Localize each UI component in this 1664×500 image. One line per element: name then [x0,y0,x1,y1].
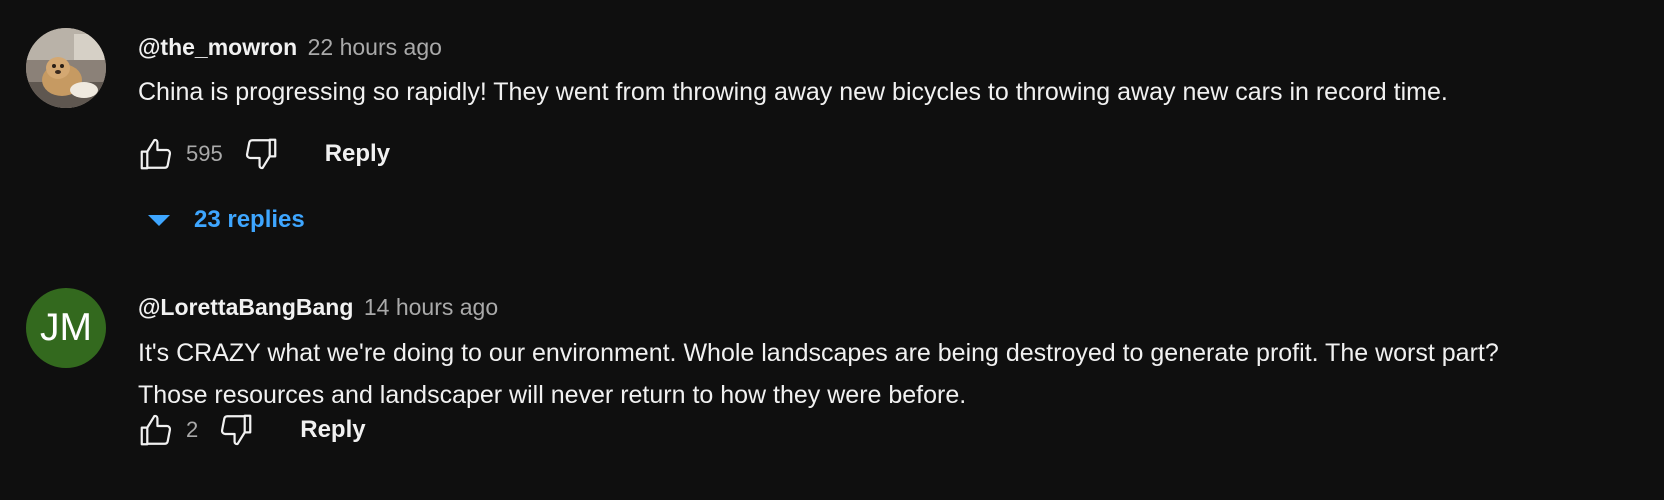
comment-author[interactable]: @LorettaBangBang [138,294,353,320]
comment-action-bar: 595 Reply [134,132,390,176]
like-icon [140,414,172,446]
like-count: 595 [186,141,223,166]
comment-timestamp[interactable]: 22 hours ago [308,34,442,60]
dislike-button[interactable] [239,132,283,176]
avatar[interactable]: JM [26,288,106,368]
replies-count-label: 23 replies [194,206,305,233]
comment-timestamp[interactable]: 14 hours ago [364,294,498,320]
comment-action-bar: 2 Reply [134,408,366,452]
avatar-photo [26,28,106,108]
comment-text: It's CRAZY what we're doing to our envir… [138,339,1499,409]
reply-button[interactable]: Reply [300,416,365,444]
avatar-initials: JM [40,306,92,349]
dislike-button[interactable] [214,408,258,452]
caret-down-icon [148,214,170,226]
like-button[interactable] [134,132,178,176]
comment-header: @LorettaBangBang 14 hours ago [138,294,498,324]
like-button[interactable] [134,408,178,452]
like-icon [140,138,172,170]
comment-thread: JM @LorettaBangBang 14 hours ago It's CR… [0,240,1664,500]
comment-author[interactable]: @the_mowron [138,34,297,60]
comment-thread: @the_mowron 22 hours ago China is progre… [0,0,1664,240]
comments-section: @the_mowron 22 hours ago China is progre… [0,0,1664,500]
avatar[interactable] [26,28,106,108]
comment-text: China is progressing so rapidly! They we… [138,78,1448,106]
like-count: 2 [186,417,199,442]
view-replies-button[interactable]: 23 replies [148,200,305,240]
dislike-icon [245,138,277,170]
dislike-icon [221,414,252,446]
reply-button[interactable]: Reply [325,140,390,168]
comment-header: @the_mowron 22 hours ago [138,34,442,64]
